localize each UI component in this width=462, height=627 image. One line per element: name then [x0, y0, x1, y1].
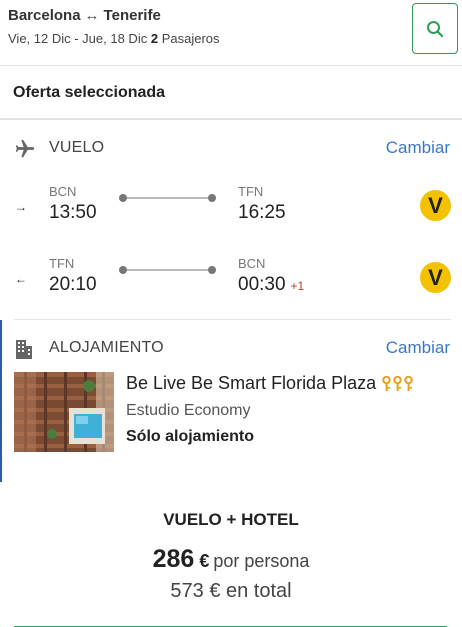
arrival-airport: TFN: [238, 184, 264, 199]
outbound-arrow-icon: →: [15, 200, 27, 214]
flight-leg-outbound: → BCN 13:50 TFN 16:25 V: [0, 184, 462, 234]
timeline-dot: [208, 194, 216, 202]
key-icon: [404, 375, 413, 391]
building-icon: [16, 340, 32, 359]
roundtrip-arrow-icon: ↔: [84, 7, 100, 24]
arrival-time: 16:25: [238, 202, 286, 223]
departure-airport: TFN: [49, 256, 75, 271]
flight-section-header: VUELO Cambiar: [0, 134, 462, 164]
departure-airport: BCN: [49, 184, 77, 199]
departure-time: 13:50: [49, 202, 97, 223]
airplane-icon: [15, 139, 35, 158]
offer-title: Oferta seleccionada: [13, 84, 166, 101]
price-per-person-label: por persona: [213, 551, 310, 571]
airline-logo: V: [420, 262, 451, 293]
flight-timeline: [122, 269, 212, 271]
route: Barcelona ↔ Tenerife: [8, 7, 161, 24]
date-range: Vie, 12 Dic - Jue, 18 Dic: [8, 31, 148, 46]
price-total: 573 € en total: [170, 580, 292, 602]
accommodation-section-header: ALOJAMIENTO Cambiar: [0, 334, 462, 364]
arrival-airport: BCN: [238, 256, 266, 271]
search-button[interactable]: [412, 3, 458, 54]
trip-dates: Vie, 12 Dic - Jue, 18 Dic 2 Pasajeros: [8, 31, 220, 46]
key-icon: [382, 375, 391, 391]
timeline-dot: [208, 266, 216, 274]
change-hotel-link[interactable]: Cambiar: [386, 338, 450, 358]
package-title: VUELO + HOTEL: [163, 510, 299, 529]
search-icon: [427, 20, 444, 37]
timeline-dot: [119, 266, 127, 274]
board-type: Sólo alojamiento: [126, 428, 255, 445]
next-day-indicator: +1: [290, 279, 305, 293]
accommodation-label: ALOJAMIENTO: [49, 339, 164, 356]
divider: [0, 118, 462, 120]
key-icon: [393, 375, 402, 391]
airline-logo: V: [420, 190, 451, 221]
room-type: Estudio Economy: [126, 402, 251, 419]
change-flight-link[interactable]: Cambiar: [386, 138, 450, 158]
passenger-label: Pasajeros: [161, 31, 220, 46]
flight-label: VUELO: [49, 139, 105, 156]
return-arrow-icon: ←: [15, 272, 27, 286]
timeline-dot: [119, 194, 127, 202]
passenger-count: 2: [150, 31, 159, 46]
destination-city: Tenerife: [103, 7, 161, 24]
price-amount: 286: [152, 545, 195, 573]
origin-city: Barcelona: [8, 7, 81, 24]
flight-leg-return: ← TFN 20:10 BCN 00:30 +1 V: [0, 256, 462, 306]
arrival-time: 00:30 +1: [238, 274, 305, 295]
divider: [14, 319, 451, 320]
flight-timeline: [122, 197, 212, 199]
hotel-rating-keys: [381, 375, 414, 392]
departure-time: 20:10: [49, 274, 97, 295]
search-summary-bar: Barcelona ↔ Tenerife Vie, 12 Dic - Jue, …: [0, 0, 462, 66]
hotel-photo[interactable]: [14, 372, 114, 452]
price-per-person: 286 € por persona: [0, 545, 462, 574]
price-currency: €: [199, 551, 210, 571]
hotel-name[interactable]: Be Live Be Smart Florida Plaza: [126, 373, 414, 394]
